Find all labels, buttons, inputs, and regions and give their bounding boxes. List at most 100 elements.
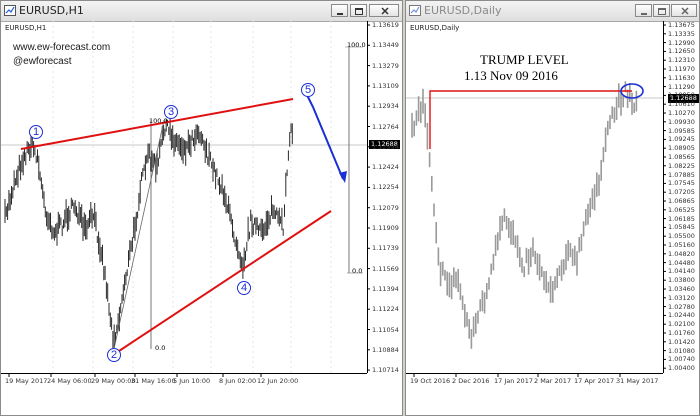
close-button[interactable]: [671, 4, 697, 17]
price-tick-label: 1.07205: [668, 188, 695, 197]
price-tick-label: 1.05845: [668, 223, 695, 232]
date-tick-label: 24 May 06:00: [47, 377, 92, 385]
restore-button[interactable]: [350, 4, 367, 17]
price-tick-label: 1.12594: [372, 142, 399, 151]
date-tick-label: 17 Jan 2017: [494, 377, 533, 385]
fib-label-100-right: 100.0: [347, 41, 366, 49]
price-tick-label: 1.08225: [668, 161, 695, 170]
window-title: EURUSD,H1: [19, 4, 84, 17]
price-tick-label: 1.10714: [372, 366, 399, 375]
close-icon: [381, 7, 389, 15]
arrow-head: [339, 171, 347, 183]
annotation-subtitle: 1.13 Nov 09 2016: [464, 68, 558, 83]
price-tick-label: 1.03120: [668, 293, 695, 302]
price-tick-label: 1.07545: [668, 179, 695, 188]
price-tick-label: 1.09245: [668, 135, 695, 144]
wave-label-3: 3: [167, 106, 175, 118]
watermark-url: www.ew-forecast.com: [13, 42, 111, 53]
price-tick-label: 1.12990: [668, 38, 695, 47]
price-tick-label: 1.13335: [668, 29, 695, 38]
price-tick-label: 1.11394: [372, 284, 399, 293]
minimize-button[interactable]: [635, 4, 652, 17]
date-tick-label: 19 Oct 2016: [410, 377, 451, 385]
close-button[interactable]: [369, 4, 399, 17]
price-tick-label: 1.12079: [372, 203, 399, 212]
date-tick-label: 31 May 16:00: [131, 377, 176, 385]
wave-label-1: 1: [32, 126, 40, 138]
price-tick-label: 1.13675: [668, 21, 695, 29]
date-tick-label: 2 Mar 2017: [534, 377, 572, 385]
price-tick-label: 1.02780: [668, 302, 695, 311]
price-tick-label: 1.10270: [668, 109, 695, 117]
price-tick-label: 1.04820: [668, 249, 695, 258]
chart-window-icon: [4, 5, 16, 16]
date-tick-label: 17 Apr 2017: [574, 377, 615, 385]
candles: [4, 116, 293, 357]
symbol-label: EURUSD,H1: [5, 24, 47, 32]
title-bar[interactable]: EURUSD,H1: [1, 1, 402, 22]
fib-label-0-mid: 0.0: [155, 344, 166, 352]
h1-price-chart[interactable]: [1, 21, 403, 416]
price-tick-label: 1.11569: [372, 264, 399, 273]
price-tick-label: 1.09585: [668, 126, 695, 135]
candles: [411, 81, 638, 349]
price-tick-label: 1.08905: [668, 144, 695, 153]
symbol-label: EURUSD,Daily: [410, 24, 460, 32]
price-tick-label: 1.12934: [372, 102, 399, 111]
restore-button[interactable]: [653, 4, 670, 17]
price-tick-label: 1.13449: [372, 41, 399, 50]
date-tick-label: 12 Jun 20:00: [257, 377, 299, 385]
price-tick-label: 1.12310: [668, 56, 695, 65]
price-tick-label: 1.12424: [372, 163, 399, 172]
chart-window-eurusd-h1[interactable]: EURUSD,H1 EURUSD,H1 www.ew-forecast.com …: [0, 0, 403, 416]
price-tick-label: 1.11630: [668, 73, 695, 82]
price-tick-label: 1.00740: [668, 355, 695, 364]
title-bar[interactable]: EURUSD,Daily: [406, 1, 699, 22]
wave-label-2: 2: [110, 349, 118, 361]
price-tick-label: 1.06525: [668, 205, 695, 214]
price-tick-label: 1.01760: [668, 329, 695, 337]
price-tick-label: 1.00400: [668, 364, 695, 373]
price-tick-label: 1.06865: [668, 197, 695, 205]
price-tick-label: 1.05500: [668, 232, 695, 241]
price-tick-label: 1.06185: [668, 214, 695, 223]
price-tick-label: 1.13279: [372, 61, 399, 70]
price-tick-label: 1.05160: [668, 241, 695, 249]
projection-arrow: [305, 92, 344, 180]
price-tick-label: 1.01080: [668, 346, 695, 355]
fib-diagonal: [113, 119, 165, 350]
price-tick-label: 1.10610: [668, 100, 695, 109]
price-tick-label: 1.01420: [668, 337, 695, 346]
fib-label-0-right: 0.0: [352, 267, 363, 275]
price-tick-label: 1.12764: [372, 122, 399, 131]
date-tick-label: 8 Jun 02:00: [219, 377, 257, 385]
wave-label-4: 4: [240, 282, 248, 294]
price-tick-label: 1.11739: [372, 244, 399, 253]
date-tick-label: 19 May 2017: [5, 377, 48, 385]
price-tick-label: 1.13619: [372, 21, 399, 29]
trump-level-line: [429, 90, 632, 149]
minimize-icon: [641, 13, 647, 15]
price-tick-label: 1.04480: [668, 258, 695, 267]
close-icon: [681, 7, 689, 15]
price-tick-label: 1.10950: [668, 91, 695, 100]
price-tick-label: 1.04140: [668, 267, 695, 276]
price-tick-label: 1.02440: [668, 311, 695, 320]
minimize-button[interactable]: [331, 4, 348, 17]
price-tick-label: 1.08565: [668, 153, 695, 161]
date-tick-label: 2 Dec 2016: [452, 377, 490, 385]
annotation-title: TRUMP LEVEL: [480, 52, 569, 67]
price-tick-label: 1.12650: [668, 47, 695, 56]
chart-window-icon: [409, 5, 421, 16]
restore-icon: [355, 8, 363, 15]
chart-window-eurusd-daily[interactable]: EURUSD,Daily EURUSD,Daily TRUMP LEVEL 1.…: [405, 0, 700, 416]
wave-label-5: 5: [304, 84, 312, 96]
price-tick-label: 1.11224: [372, 305, 399, 314]
price-tick-label: 1.03460: [668, 285, 695, 293]
date-tick-label: 5 Jun 10:00: [173, 377, 211, 385]
price-tick-label: 1.13109: [372, 81, 399, 90]
price-tick-label: 1.09930: [668, 117, 695, 126]
price-tick-label: 1.12254: [372, 183, 399, 192]
price-tick-label: 1.11909: [372, 224, 399, 232]
price-tick-label: 1.02100: [668, 320, 695, 329]
